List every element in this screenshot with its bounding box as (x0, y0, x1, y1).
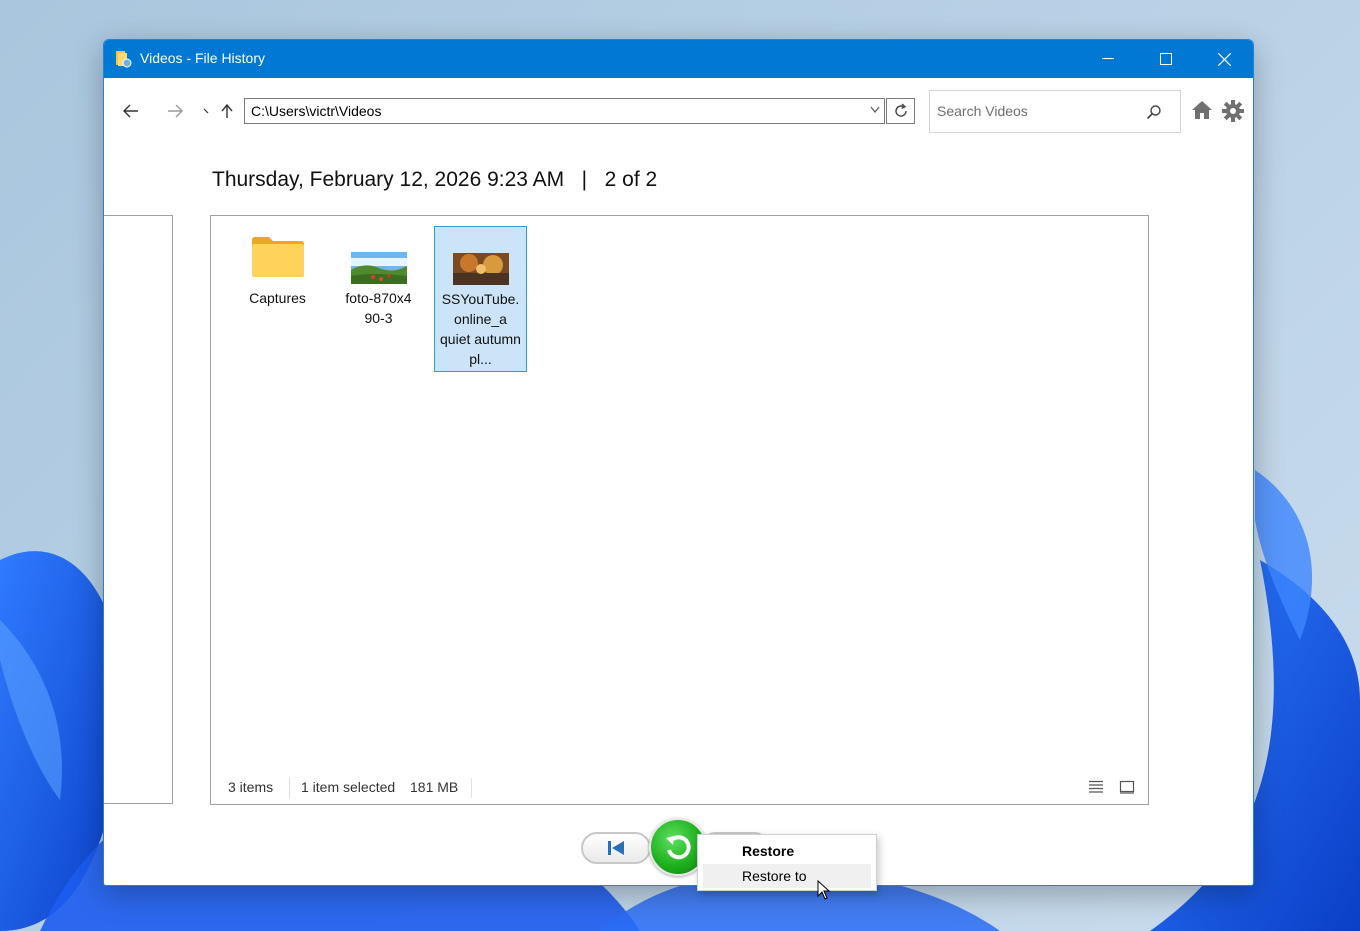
file-view-pane: Captures foto-870x4 90-3 SSYouTube. onli… (210, 215, 1149, 805)
file-item-captures[interactable]: Captures (231, 226, 324, 372)
close-button[interactable] (1195, 40, 1253, 78)
video-thumbnail (452, 253, 509, 285)
header-separator: | (581, 168, 588, 191)
previous-version-button[interactable] (581, 832, 651, 864)
file-item-label: SSYouTube. online_a quiet autumn pl... (440, 291, 521, 367)
gear-icon[interactable] (1222, 100, 1244, 122)
status-bar: 3 items 1 item selected 181 MB (211, 776, 1148, 800)
snapshot-date: Thursday, February 12, 2026 9:23 AM (212, 168, 565, 191)
folder-icon (251, 237, 304, 277)
arrow-right-icon (168, 104, 183, 118)
chevron-down-icon (203, 108, 209, 114)
status-divider (471, 778, 472, 798)
file-item-foto[interactable]: foto-870x4 90-3 (332, 226, 425, 372)
mouse-cursor-icon (817, 880, 831, 900)
menu-item-label: Restore (742, 843, 795, 859)
forward-button[interactable] (162, 98, 188, 124)
up-button[interactable] (216, 98, 238, 124)
large-icons-view-icon[interactable] (1119, 780, 1135, 794)
restore-icon (666, 835, 691, 860)
title-bar: Videos - File History (104, 40, 1253, 78)
menu-item-restore-to[interactable]: Restore to (703, 864, 871, 888)
image-thumbnail (350, 252, 407, 284)
selection-size: 181 MB (410, 779, 459, 795)
maximize-button[interactable] (1137, 40, 1195, 78)
refresh-button[interactable] (886, 98, 915, 124)
back-button[interactable] (118, 98, 144, 124)
recent-locations-button[interactable] (200, 98, 214, 124)
arrow-up-icon (221, 104, 233, 118)
previous-snapshot-pane[interactable] (104, 215, 173, 804)
address-bar[interactable]: C:\Users\victr\Videos (244, 98, 885, 124)
skip-back-icon (608, 841, 624, 855)
refresh-icon (894, 103, 907, 117)
snapshot-position: 2 of 2 (604, 168, 658, 191)
selection-count: 1 item selected (301, 779, 396, 795)
file-history-window: Videos - File History C:\Users\victr\Vid… (103, 39, 1254, 886)
playback-controls (104, 810, 1253, 880)
file-item-label: Captures (249, 290, 306, 306)
details-view-icon[interactable] (1088, 780, 1104, 794)
search-box[interactable] (929, 90, 1181, 133)
file-item-ssyoutube[interactable]: SSYouTube. online_a quiet autumn pl... (434, 226, 527, 372)
address-path: C:\Users\victr\Videos (251, 103, 382, 119)
search-input[interactable] (935, 102, 1139, 120)
minimize-icon (1102, 58, 1114, 59)
status-divider (289, 778, 290, 798)
maximize-icon (1160, 53, 1172, 65)
search-icon[interactable] (1146, 104, 1162, 120)
minimize-button[interactable] (1079, 40, 1137, 78)
close-icon (1217, 52, 1231, 66)
file-item-label: foto-870x4 90-3 (345, 290, 412, 326)
menu-item-label: Restore to (742, 868, 807, 884)
home-icon[interactable] (1191, 100, 1213, 120)
arrow-left-icon (123, 104, 138, 118)
file-history-app-icon (116, 51, 132, 68)
item-count: 3 items (228, 779, 274, 795)
window-title: Videos - File History (140, 50, 266, 66)
snapshot-header: Thursday, February 12, 2026 9:23 AM | 2 … (212, 168, 657, 192)
menu-item-restore[interactable]: Restore (703, 839, 871, 863)
restore-context-menu: Restore Restore to (697, 834, 877, 891)
chevron-down-icon[interactable] (870, 106, 880, 114)
